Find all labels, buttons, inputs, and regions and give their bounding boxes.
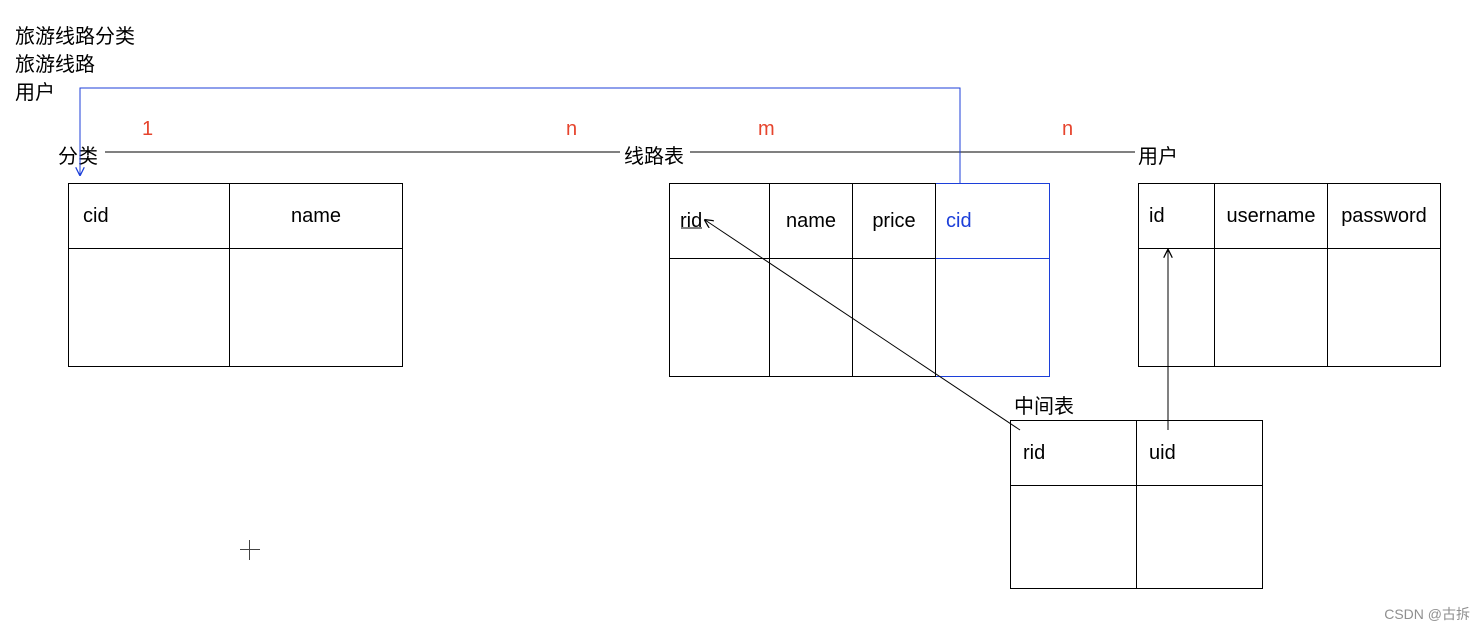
category-title: 分类: [58, 140, 98, 169]
category-col-cid: cid: [69, 184, 230, 249]
route-col-price: price: [853, 184, 936, 259]
junction-col-uid: uid: [1137, 421, 1263, 486]
route-row-empty-4: [936, 259, 1050, 377]
user-col-username: username: [1215, 184, 1328, 249]
heading-line2: 旅游线路: [15, 48, 95, 77]
cardinality-1: 1: [142, 118, 153, 141]
heading-line3: 用户: [15, 76, 55, 105]
heading-line1: 旅游线路分类: [15, 20, 135, 49]
user-row-empty-2: [1215, 249, 1328, 367]
route-row-empty-3: [853, 259, 936, 377]
cardinality-m: m: [758, 118, 775, 141]
user-table: id username password: [1138, 183, 1441, 367]
route-col-name: name: [770, 184, 853, 259]
route-row-empty-2: [770, 259, 853, 377]
route-row-empty-1: [670, 259, 770, 377]
junction-row-empty-1: [1011, 486, 1137, 589]
junction-table: rid uid: [1010, 420, 1263, 589]
route-col-rid: rid: [670, 184, 770, 259]
category-table: cid name: [68, 183, 403, 367]
user-row-empty-1: [1139, 249, 1215, 367]
user-col-id: id: [1139, 184, 1215, 249]
user-col-password: password: [1328, 184, 1441, 249]
cursor-cross-icon: [240, 540, 260, 560]
junction-title: 中间表: [1014, 390, 1074, 419]
cardinality-n-left: n: [566, 118, 577, 141]
watermark: CSDN @古拆: [1384, 604, 1470, 624]
junction-col-rid: rid: [1011, 421, 1137, 486]
category-row-empty-2: [230, 249, 403, 367]
category-row-empty-1: [69, 249, 230, 367]
category-col-name: name: [230, 184, 403, 249]
route-title: 线路表: [624, 140, 684, 169]
user-row-empty-3: [1328, 249, 1441, 367]
route-table: rid name price cid: [669, 183, 1050, 377]
junction-row-empty-2: [1137, 486, 1263, 589]
route-col-cid: cid: [936, 184, 1050, 259]
cardinality-n-right: n: [1062, 118, 1073, 141]
user-title: 用户: [1138, 140, 1178, 169]
